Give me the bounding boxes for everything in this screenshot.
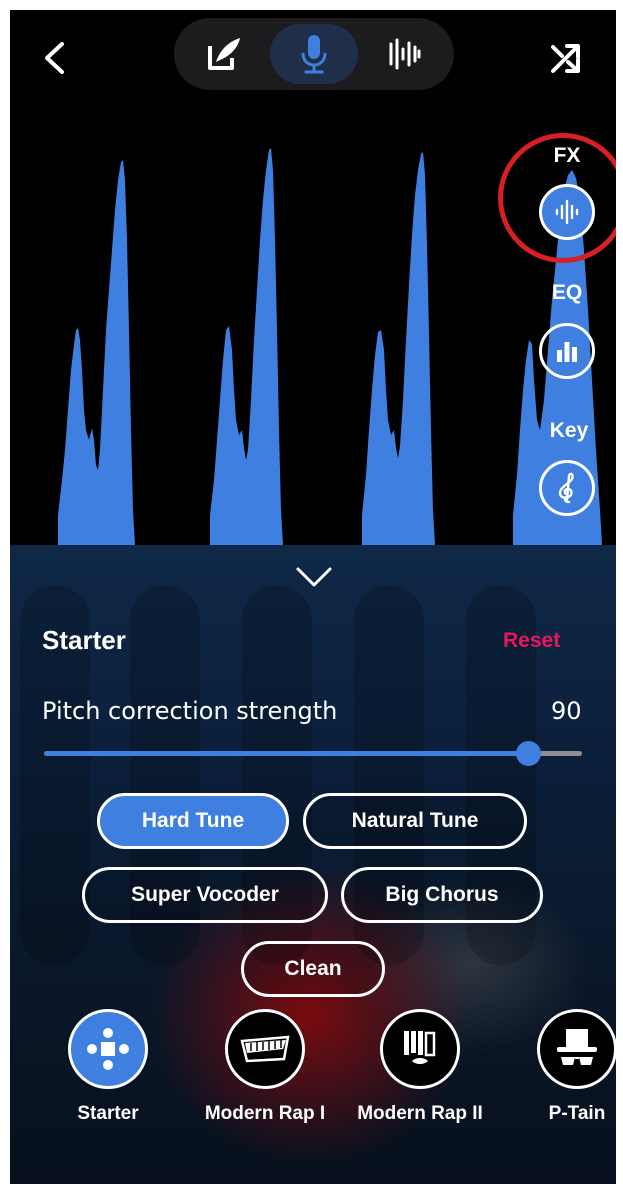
pitch-strength-value: 90 — [551, 697, 582, 725]
eq-button[interactable] — [539, 323, 595, 379]
preset-modern-rap-1[interactable]: Modern Rap I — [180, 1009, 350, 1125]
modern-rap-2-icon — [404, 1031, 436, 1064]
lyrics-edit-button[interactable] — [180, 24, 268, 84]
chevron-left-icon — [45, 42, 64, 74]
preset-modern-rap-2-label: Modern Rap II — [357, 1103, 483, 1124]
key-button[interactable] — [539, 460, 595, 516]
collapse-panel-button[interactable] — [294, 561, 334, 591]
microphone-icon — [301, 35, 327, 74]
fx-waveform-icon — [555, 199, 579, 225]
eq-label: EQ — [551, 281, 583, 304]
effect-natural-tune-button[interactable]: Natural Tune — [303, 793, 527, 849]
effect-clean-button[interactable]: Clean — [241, 941, 385, 997]
pitch-strength-slider[interactable] — [44, 741, 582, 766]
starter-dpad-icon — [87, 1028, 129, 1070]
record-mode-button[interactable] — [270, 24, 358, 84]
preset-starter[interactable]: Starter — [23, 1009, 193, 1125]
preset-modern-rap-1-label: Modern Rap I — [204, 1103, 326, 1124]
preset-modern-rap-1-circle — [225, 1009, 305, 1089]
key-label: Key — [549, 419, 589, 442]
slider-fill — [44, 751, 528, 756]
preset-p-tain-label: P-Tain — [548, 1103, 606, 1124]
eq-bars-icon — [557, 342, 577, 362]
mode-switcher — [174, 18, 454, 90]
fx-button[interactable] — [539, 184, 595, 240]
effect-big-chorus-button[interactable]: Big Chorus — [341, 867, 543, 923]
slider-thumb[interactable] — [516, 741, 541, 766]
preset-starter-label: Starter — [77, 1103, 139, 1124]
effects-panel: Starter Reset Pitch correction strength … — [10, 545, 616, 1184]
app-screen: FX EQ Key Starter Reset Pitch correction… — [10, 10, 616, 1184]
quill-edit-icon — [208, 38, 240, 70]
reset-button[interactable]: Reset — [503, 629, 560, 653]
preset-modern-rap-2[interactable]: Modern Rap II — [335, 1009, 505, 1125]
preset-p-tain[interactable]: P-Tain — [492, 1009, 616, 1125]
shuffle-icon — [551, 44, 580, 73]
waveform-peak-2 — [210, 148, 283, 545]
audio-waveform[interactable] — [10, 10, 616, 545]
effect-super-vocoder-button[interactable]: Super Vocoder — [82, 867, 328, 923]
waveform-peak-3 — [362, 152, 435, 545]
effect-hard-tune-button[interactable]: Hard Tune — [97, 793, 289, 849]
top-hat-icon — [557, 1029, 597, 1065]
preset-title: Starter — [42, 625, 126, 655]
back-button[interactable] — [32, 36, 76, 80]
shuffle-button[interactable] — [544, 36, 588, 80]
pitch-strength-label: Pitch correction strength — [42, 697, 338, 725]
modern-rap-1-icon — [240, 1035, 290, 1063]
preset-p-tain-circle — [537, 1009, 616, 1089]
chevron-down-icon — [296, 567, 332, 587]
waveform-peak-1 — [58, 160, 135, 545]
preset-modern-rap-2-circle — [380, 1009, 460, 1089]
waveform-mode-button[interactable] — [360, 24, 448, 84]
treble-clef-icon — [558, 472, 574, 504]
preset-starter-circle — [68, 1009, 148, 1089]
waveform-icon — [389, 38, 421, 70]
